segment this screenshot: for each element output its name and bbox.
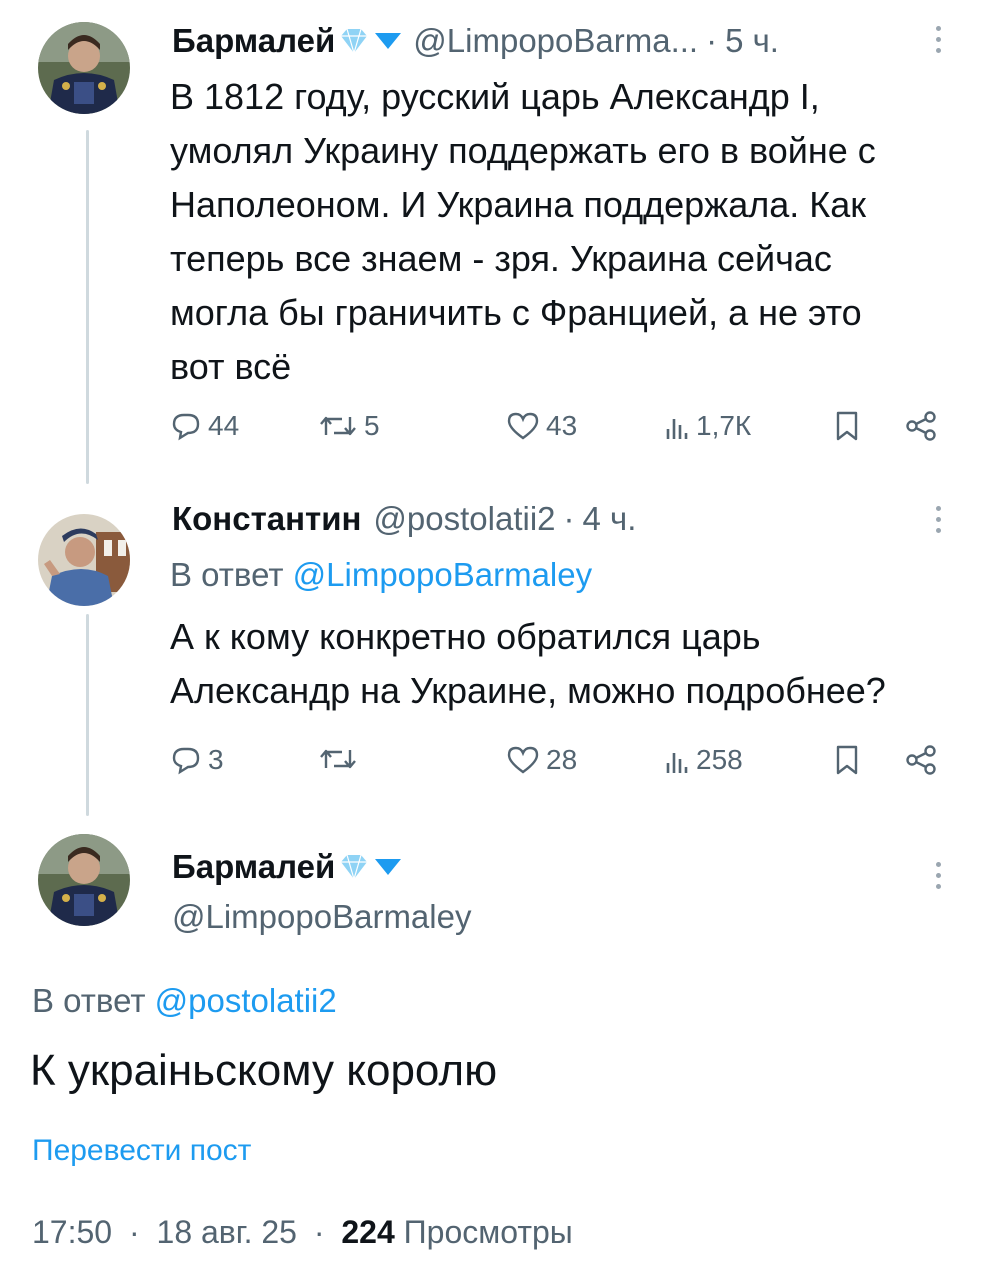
tweet-text-line: умолял Украину поддержать его в войне с bbox=[170, 130, 876, 171]
reply-mention-link[interactable]: @postolatii2 bbox=[155, 982, 337, 1019]
views-icon bbox=[666, 753, 688, 773]
like-button[interactable]: 28 bbox=[506, 744, 577, 776]
separator: · bbox=[313, 1214, 325, 1250]
post-time[interactable]: 17:50 bbox=[32, 1214, 112, 1250]
views-count: 1,7К bbox=[696, 410, 752, 441]
author-handle[interactable]: @LimpopoBarmaley bbox=[172, 898, 471, 936]
tweet-text-line: Наполеоном. И Украина поддержала. Как bbox=[170, 184, 867, 225]
repost-icon bbox=[320, 416, 356, 436]
verified-badge-icon bbox=[373, 857, 403, 877]
action-bar: 3 28 258 bbox=[170, 744, 950, 784]
thread-line bbox=[86, 614, 89, 816]
reply-count: 44 bbox=[208, 410, 240, 441]
reply-context: В ответ @postolatii2 bbox=[32, 982, 337, 1020]
avatar[interactable] bbox=[38, 834, 130, 926]
heart-icon bbox=[507, 412, 539, 440]
tweet-header: Бармалей bbox=[172, 848, 407, 886]
views-button[interactable]: 258 bbox=[664, 744, 743, 776]
separator: · bbox=[128, 1214, 140, 1250]
separator: · bbox=[706, 22, 718, 59]
more-icon[interactable] bbox=[934, 26, 942, 53]
tweet-header: Константин @postolatii2 · 4 ч. bbox=[172, 500, 636, 538]
reply-context: В ответ @LimpopoBarmaley bbox=[170, 556, 592, 594]
post-time[interactable]: 4 ч. bbox=[583, 500, 637, 538]
reply-prefix: В ответ bbox=[32, 982, 146, 1019]
repost-button[interactable]: 5 bbox=[318, 410, 380, 442]
post-meta: 17:50 · 18 авг. 25 · 224 Просмотры bbox=[32, 1214, 573, 1251]
share-button[interactable] bbox=[904, 744, 938, 776]
more-icon[interactable] bbox=[934, 506, 942, 533]
avatar[interactable] bbox=[38, 514, 130, 606]
tweet-text-line: вот всё bbox=[170, 346, 292, 387]
action-bar: 44 5 43 1,7К bbox=[170, 410, 950, 450]
share-icon bbox=[906, 745, 936, 775]
post-date[interactable]: 18 авг. 25 bbox=[157, 1214, 297, 1250]
reply-prefix: В ответ bbox=[170, 556, 284, 593]
repost-icon bbox=[320, 749, 356, 769]
share-button[interactable] bbox=[904, 410, 938, 442]
bookmark-button[interactable] bbox=[834, 410, 860, 442]
reply-icon bbox=[172, 413, 200, 441]
tweet-text: А к кому конкретно обратился царь Алекса… bbox=[170, 610, 886, 718]
thread-line bbox=[86, 130, 89, 484]
like-count: 43 bbox=[546, 410, 578, 441]
repost-button[interactable] bbox=[318, 744, 364, 774]
more-icon[interactable] bbox=[934, 862, 942, 889]
like-count: 28 bbox=[546, 744, 578, 775]
reply-mention-link[interactable]: @LimpopoBarmaley bbox=[293, 556, 592, 593]
reply-icon bbox=[172, 747, 200, 775]
views-button[interactable]: 1,7К bbox=[664, 410, 751, 442]
share-icon bbox=[906, 411, 936, 441]
post-time[interactable]: 5 ч. bbox=[725, 22, 779, 60]
heart-icon bbox=[507, 746, 539, 774]
repost-count: 5 bbox=[364, 410, 380, 441]
bookmark-icon bbox=[836, 411, 858, 441]
author-name[interactable]: Бармалей bbox=[172, 22, 335, 60]
tweet-text-line: Александр на Украине, можно подробнее? bbox=[170, 670, 886, 711]
translate-link[interactable]: Перевести пост bbox=[32, 1134, 251, 1168]
author-handle[interactable]: @LimpopoBarma... bbox=[413, 22, 698, 60]
tweet-text-line: могла бы граничить с Францией, а не это bbox=[170, 292, 862, 333]
avatar[interactable] bbox=[38, 22, 130, 114]
diamond-badge-icon bbox=[339, 28, 369, 54]
views-icon bbox=[666, 419, 688, 439]
separator: · bbox=[563, 500, 575, 537]
author-name[interactable]: Бармалей bbox=[172, 848, 335, 886]
bookmark-button[interactable] bbox=[834, 744, 860, 776]
tweet-header: Бармалей @LimpopoBarma... · 5 ч. bbox=[172, 22, 779, 60]
tweet-text: В 1812 году, русский царь Александр I, у… bbox=[170, 70, 876, 394]
reply-button[interactable]: 44 bbox=[170, 410, 239, 442]
verified-badge-icon bbox=[373, 31, 403, 51]
tweet-text-line: А к кому конкретно обратился царь bbox=[170, 616, 761, 657]
like-button[interactable]: 43 bbox=[506, 410, 577, 442]
diamond-badge-icon bbox=[339, 854, 369, 880]
reply-count: 3 bbox=[208, 744, 224, 775]
author-handle[interactable]: @postolatii2 bbox=[373, 500, 555, 538]
tweet-text-line: В 1812 году, русский царь Александр I, bbox=[170, 76, 820, 117]
author-name[interactable]: Константин bbox=[172, 500, 361, 538]
reply-button[interactable]: 3 bbox=[170, 744, 224, 776]
views-count: 258 bbox=[696, 744, 743, 775]
tweet-text: К украіньскому королю bbox=[30, 1046, 498, 1095]
bookmark-icon bbox=[836, 745, 858, 775]
tweet-text-line: теперь все знаем - зря. Украина сейчас bbox=[170, 238, 832, 279]
views-label: Просмотры bbox=[403, 1214, 573, 1250]
views-count: 224 bbox=[341, 1214, 395, 1250]
